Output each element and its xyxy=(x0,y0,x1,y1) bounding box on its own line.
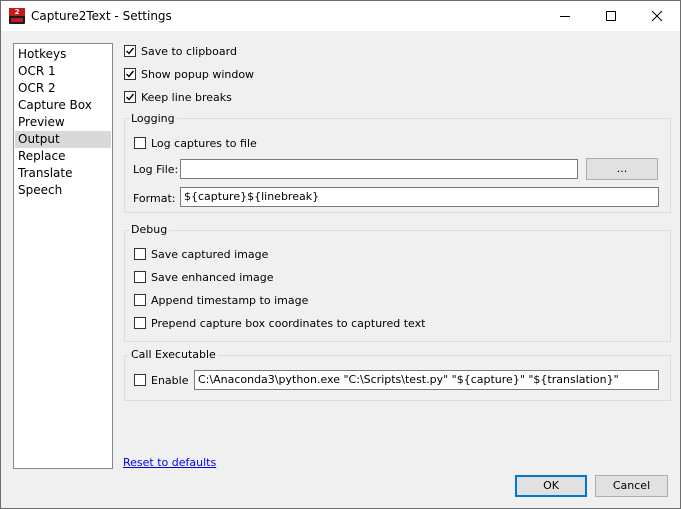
checkmark-icon xyxy=(126,47,135,55)
settings-window: 2 Capture2Text - Settings Hotkeys OCR 1 … xyxy=(0,0,681,509)
append-timestamp-checkbox[interactable]: Append timestamp to image xyxy=(134,292,308,308)
checkbox-box xyxy=(124,68,136,80)
enable-executable-checkbox[interactable]: Enable xyxy=(134,372,188,388)
minimize-icon xyxy=(560,16,570,17)
checkbox-label: Append timestamp to image xyxy=(151,293,309,307)
logging-group-title: Logging xyxy=(129,112,177,125)
checkbox-label: Prepend capture box coordinates to captu… xyxy=(151,316,426,330)
checkbox-label: Show popup window xyxy=(141,67,255,81)
title-bar[interactable]: 2 Capture2Text - Settings xyxy=(1,1,680,31)
checkbox-label: Log captures to file xyxy=(151,136,257,150)
save-enhanced-image-checkbox[interactable]: Save enhanced image xyxy=(134,269,273,285)
close-icon xyxy=(651,10,663,22)
log-file-input[interactable] xyxy=(180,159,578,179)
close-button[interactable] xyxy=(634,1,680,31)
sidebar-item-replace[interactable]: Replace xyxy=(15,148,111,165)
browse-button[interactable]: ... xyxy=(586,158,658,180)
sidebar-item-ocr1[interactable]: OCR 1 xyxy=(15,63,111,80)
checkbox-label: Save enhanced image xyxy=(151,270,274,284)
sidebar-item-ocr2[interactable]: OCR 2 xyxy=(15,80,111,97)
checkbox-box xyxy=(134,248,146,260)
checkbox-label: Save to clipboard xyxy=(141,44,237,58)
show-popup-window-checkbox[interactable]: Show popup window xyxy=(124,66,254,82)
cancel-button[interactable]: Cancel xyxy=(595,475,668,497)
format-input[interactable]: ${capture}${linebreak} xyxy=(180,187,659,207)
checkbox-box xyxy=(134,271,146,283)
ok-button[interactable]: OK xyxy=(515,475,587,497)
prepend-coordinates-checkbox[interactable]: Prepend capture box coordinates to captu… xyxy=(134,315,425,331)
checkbox-label: Keep line breaks xyxy=(141,90,232,104)
app-icon: 2 xyxy=(9,8,25,24)
checkmark-icon xyxy=(126,93,135,101)
sidebar-item-translate[interactable]: Translate xyxy=(15,165,111,182)
checkbox-label: Enable xyxy=(151,373,189,387)
checkbox-box xyxy=(124,91,136,103)
sidebar-item-hotkeys[interactable]: Hotkeys xyxy=(15,46,111,63)
checkbox-label: Save captured image xyxy=(151,247,269,261)
checkbox-box xyxy=(134,294,146,306)
keep-line-breaks-checkbox[interactable]: Keep line breaks xyxy=(124,89,232,105)
sidebar-item-capture-box[interactable]: Capture Box xyxy=(15,97,111,114)
call-executable-group-title: Call Executable xyxy=(129,348,218,361)
sidebar-item-output[interactable]: Output xyxy=(15,131,111,148)
save-to-clipboard-checkbox[interactable]: Save to clipboard xyxy=(124,43,237,59)
maximize-button[interactable] xyxy=(588,1,634,31)
minimize-button[interactable] xyxy=(542,1,588,31)
window-title: Capture2Text - Settings xyxy=(31,9,172,23)
checkbox-box xyxy=(134,317,146,329)
debug-group-title: Debug xyxy=(129,223,170,236)
reset-to-defaults-link[interactable]: Reset to defaults xyxy=(123,456,216,469)
log-captures-checkbox[interactable]: Log captures to file xyxy=(134,135,257,151)
checkbox-box xyxy=(124,45,136,57)
sidebar-item-preview[interactable]: Preview xyxy=(15,114,111,131)
maximize-icon xyxy=(606,11,616,21)
checkbox-box xyxy=(134,374,146,386)
settings-sidebar: Hotkeys OCR 1 OCR 2 Capture Box Preview … xyxy=(13,43,113,469)
log-file-label: Log File: xyxy=(133,163,179,176)
format-label: Format: xyxy=(133,192,176,205)
sidebar-item-speech[interactable]: Speech xyxy=(15,182,111,199)
checkbox-box xyxy=(134,137,146,149)
checkmark-icon xyxy=(126,70,135,78)
save-captured-image-checkbox[interactable]: Save captured image xyxy=(134,246,268,262)
executable-command-input[interactable]: C:\Anaconda3\python.exe "C:\Scripts\test… xyxy=(194,370,659,390)
